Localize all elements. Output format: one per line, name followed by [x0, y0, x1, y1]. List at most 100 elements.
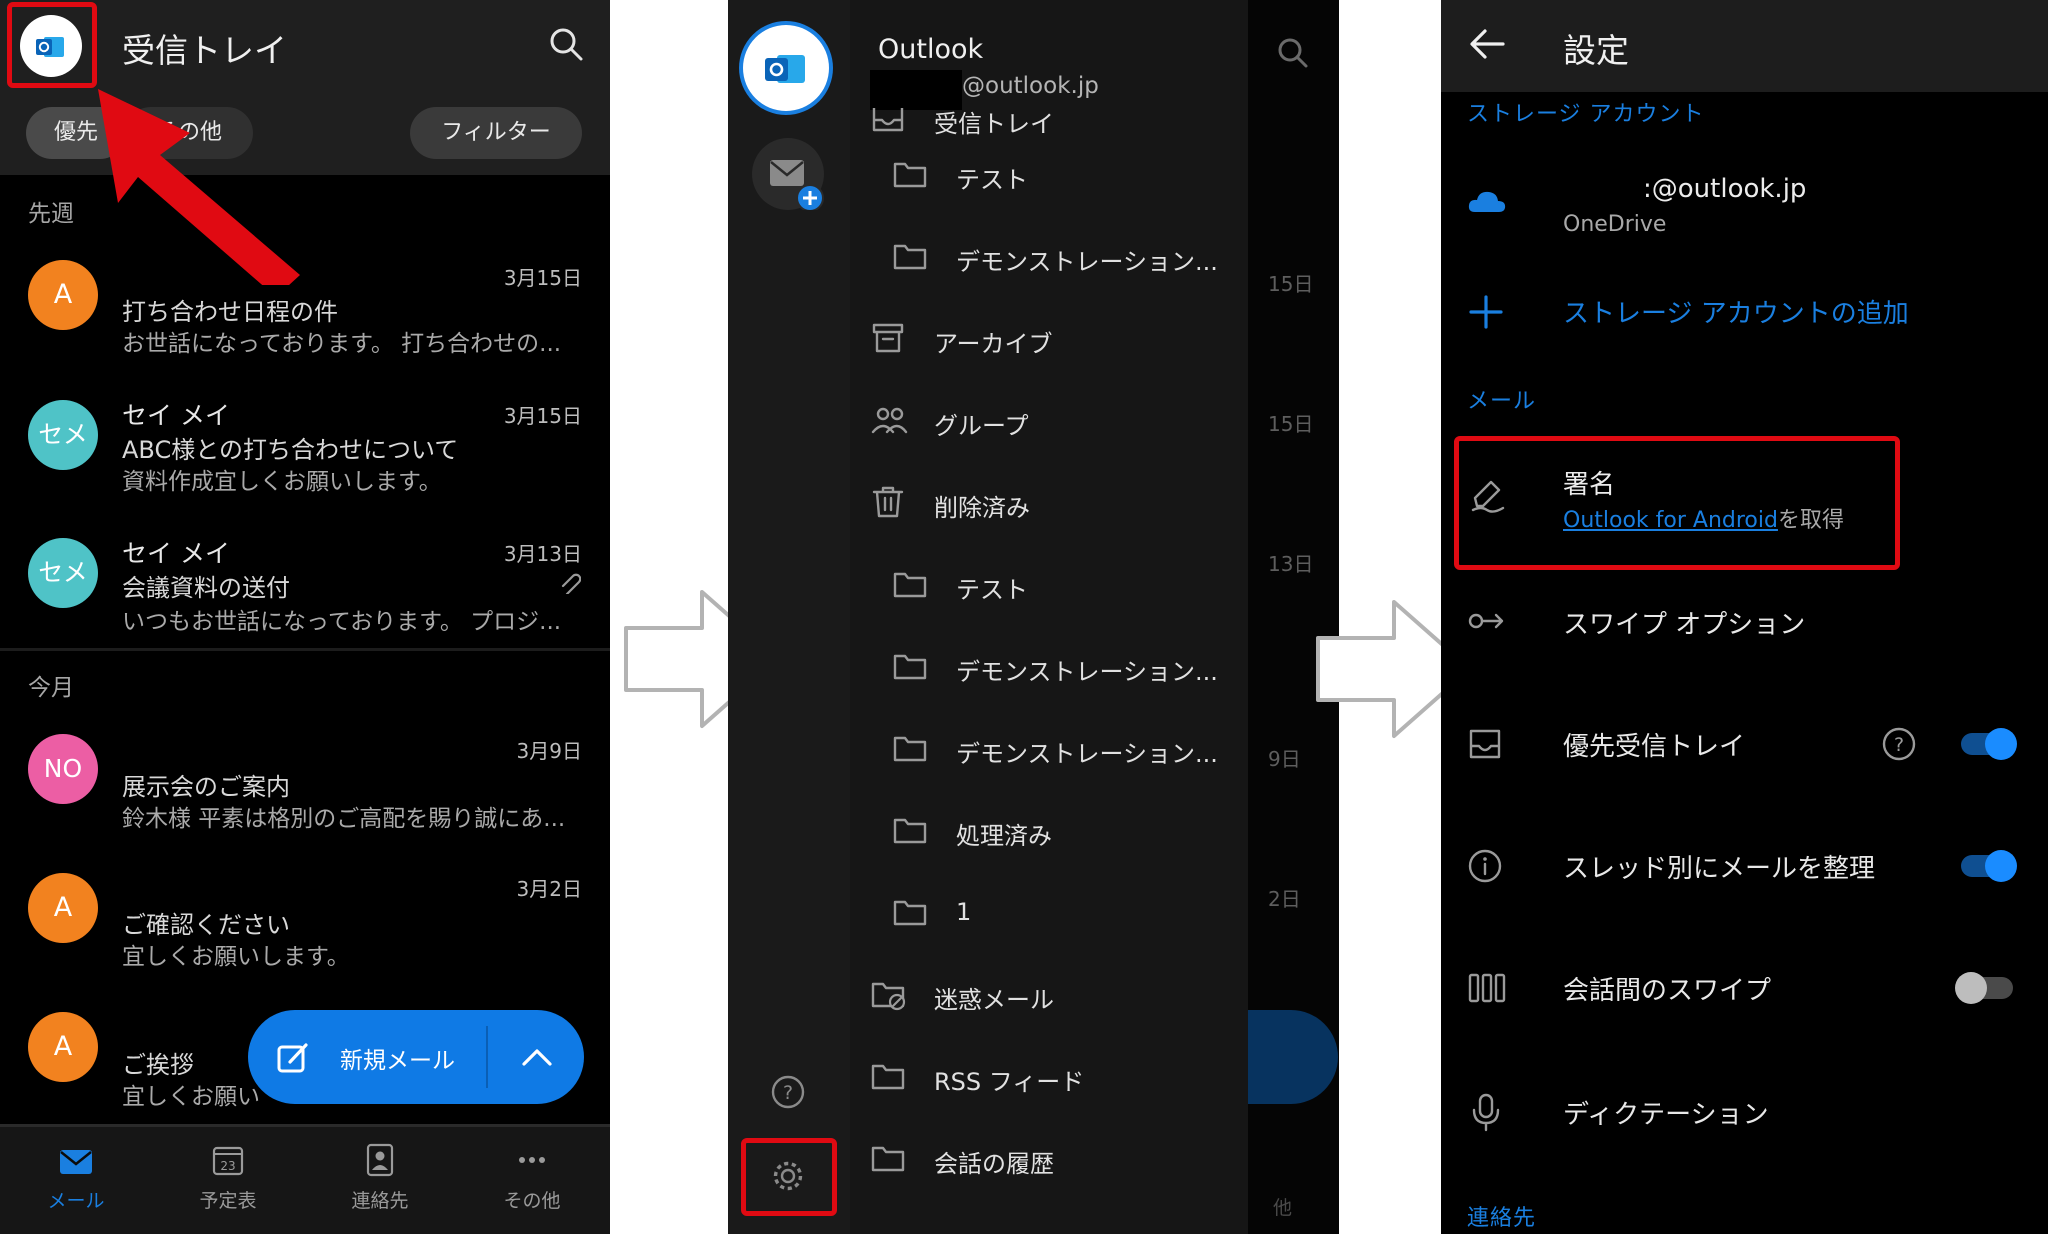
- onedrive-account-item[interactable]: :@outlook.jp OneDrive: [1441, 160, 2048, 250]
- folder-label: テスト: [956, 576, 1028, 604]
- focused-inbox-item[interactable]: 優先受信トレイ ?: [1441, 702, 2048, 786]
- calendar-icon: 23: [212, 1146, 244, 1176]
- group-icon: [871, 407, 908, 434]
- inbox-screen: 受信トレイ 優先 その他 フィルター 先週 A 3月15日 打ち合わせ日程の件 …: [0, 0, 610, 1234]
- paperclip-icon: [561, 573, 581, 594]
- redacted-block: [870, 70, 962, 110]
- folder-label: 処理済み: [956, 822, 1052, 850]
- microphone-icon: [1472, 1093, 1500, 1132]
- folder-item-test[interactable]: テスト: [850, 134, 1248, 214]
- folder-item-1[interactable]: 1: [850, 872, 1248, 952]
- folder-label: グループ: [934, 412, 1029, 440]
- avatar: A: [28, 1012, 98, 1082]
- add-account-button[interactable]: [752, 138, 824, 212]
- mail-date: 3月2日: [516, 877, 582, 901]
- folder-list: 受信トレイ テスト デモンストレーション... アーカイブ グループ 削除済み …: [850, 108, 1248, 1234]
- outlook-logo-icon: [765, 55, 805, 83]
- folder-label: アーカイブ: [934, 330, 1053, 358]
- account-avatar[interactable]: [743, 25, 829, 111]
- mail-subject: 展示会のご案内: [122, 773, 290, 801]
- swipe-options-item[interactable]: スワイプ オプション: [1441, 580, 2048, 664]
- folder-item-demo[interactable]: デモンストレーション...: [850, 216, 1248, 296]
- mail-subject: ご確認ください: [122, 911, 290, 939]
- pointer-arrow-icon: [98, 89, 300, 285]
- folder-icon: [893, 818, 927, 844]
- add-storage-label: ストレージ アカウントの追加: [1563, 299, 1909, 329]
- setting-label: スワイプ オプション: [1563, 610, 1806, 640]
- mail-preview: 鈴木様 平素は格別のご高配を賜り誠にあ...: [122, 806, 566, 832]
- trash-icon: [872, 486, 904, 518]
- list-item[interactable]: セメ セイ メイ 3月15日 ABC様との打ち合わせについて 資料作成宜しくお願…: [0, 380, 610, 505]
- nav-contacts[interactable]: 連絡先: [304, 1125, 456, 1213]
- nav-calendar[interactable]: 23 予定表: [152, 1125, 304, 1213]
- svg-text:?: ?: [1894, 734, 1904, 756]
- mail-subject: 会議資料の送付: [122, 574, 290, 602]
- onedrive-email: :@outlook.jp: [1643, 174, 1807, 204]
- filter-button[interactable]: フィルター: [410, 107, 582, 159]
- folder-item-rss[interactable]: RSS フィード: [850, 1036, 1248, 1116]
- setting-label: 会話間のスワイプ: [1563, 976, 1772, 1006]
- dictation-item[interactable]: ディクテーション: [1441, 1070, 2048, 1154]
- avatar: セメ: [28, 400, 98, 470]
- folder-icon: [893, 654, 927, 680]
- folder-item-group[interactable]: グループ: [850, 380, 1248, 460]
- fab-divider: [486, 1026, 488, 1088]
- bg-fab: [1248, 1010, 1338, 1104]
- drawer-account-email: @outlook.jp: [962, 73, 1099, 99]
- folder-item-test[interactable]: テスト: [850, 544, 1248, 624]
- bg-date: 13日: [1268, 552, 1314, 576]
- thread-organize-item[interactable]: スレッド別にメールを整理: [1441, 824, 2048, 908]
- mail-subject: ABC様との打ち合わせについて: [122, 436, 459, 464]
- help-icon[interactable]: ?: [770, 1074, 806, 1110]
- section-this-month: 今月: [28, 675, 74, 701]
- section-last-week: 先週: [28, 201, 74, 227]
- folder-item-demo[interactable]: デモンストレーション...: [850, 708, 1248, 788]
- list-item[interactable]: NO 3月9日 展示会のご案内 鈴木様 平素は格別のご高配を賜り誠にあ...: [0, 715, 610, 840]
- settings-header: [1441, 0, 2048, 92]
- folder-item-conversation-history[interactable]: 会話の履歴: [850, 1118, 1248, 1198]
- swipe-between-conversations-item[interactable]: 会話間のスワイプ: [1441, 946, 2048, 1030]
- nav-more[interactable]: その他: [456, 1125, 608, 1213]
- mail-preview: お世話になっております。 打ち合わせの...: [122, 331, 562, 357]
- chevron-up-icon[interactable]: [518, 1040, 556, 1074]
- mail-section-heading: メール: [1467, 389, 1537, 414]
- archive-icon: [872, 323, 904, 353]
- folder-icon: [893, 572, 927, 598]
- setting-label: 優先受信トレイ: [1563, 732, 1746, 762]
- plus-icon: [1469, 295, 1503, 329]
- help-icon[interactable]: ?: [1881, 726, 1917, 762]
- junk-icon: [871, 982, 906, 1011]
- back-arrow-icon[interactable]: [1467, 26, 1507, 62]
- folder-item-deleted[interactable]: 削除済み: [850, 462, 1248, 542]
- folder-item-demo[interactable]: デモンストレーション...: [850, 626, 1248, 706]
- cloud-icon: [1468, 191, 1506, 212]
- folder-label: 会話の履歴: [934, 1150, 1054, 1178]
- divider: [0, 648, 610, 651]
- inbox-icon: [872, 108, 904, 132]
- drawer-screen: 15日 15日 13日 9日 2日 他 ? Outlook @outlook.j…: [728, 0, 1339, 1234]
- settings-screen: 設定 ストレージ アカウント :@outlook.jp OneDrive ストレ…: [1441, 0, 2048, 1234]
- setting-label: スレッド別にメールを整理: [1563, 854, 1876, 884]
- new-mail-button[interactable]: 新規メール: [248, 1010, 584, 1104]
- setting-label: ディクテーション: [1563, 1100, 1769, 1130]
- folder-item-processed[interactable]: 処理済み: [850, 790, 1248, 870]
- mail-subject: 打ち合わせ日程の件: [122, 298, 338, 326]
- list-item[interactable]: セメ セイ メイ 3月13日 会議資料の送付 いつもお世話になっております。 プ…: [0, 520, 610, 645]
- inbox-icon: [1469, 729, 1501, 759]
- contacts-icon: [366, 1143, 394, 1177]
- signature-highlight-box: [1454, 436, 1900, 570]
- bg-nav-label: 他: [1273, 1197, 1293, 1219]
- avatar: A: [28, 260, 98, 330]
- folder-icon: [893, 244, 927, 270]
- swipe-icon: [1468, 613, 1504, 629]
- bg-date: 15日: [1268, 412, 1314, 436]
- add-storage-account-button[interactable]: ストレージ アカウントの追加: [1441, 275, 2048, 345]
- folder-item-junk[interactable]: 迷惑メール: [850, 954, 1248, 1034]
- folder-label: RSS フィード: [934, 1068, 1085, 1096]
- avatar-highlight-box: [7, 2, 97, 88]
- folder-item-archive[interactable]: アーカイブ: [850, 298, 1248, 378]
- list-item[interactable]: A 3月2日 ご確認ください 宜しくお願いします。: [0, 855, 610, 980]
- search-icon[interactable]: [548, 26, 586, 64]
- nav-mail[interactable]: メール: [0, 1125, 152, 1213]
- folder-label: 削除済み: [934, 494, 1030, 522]
